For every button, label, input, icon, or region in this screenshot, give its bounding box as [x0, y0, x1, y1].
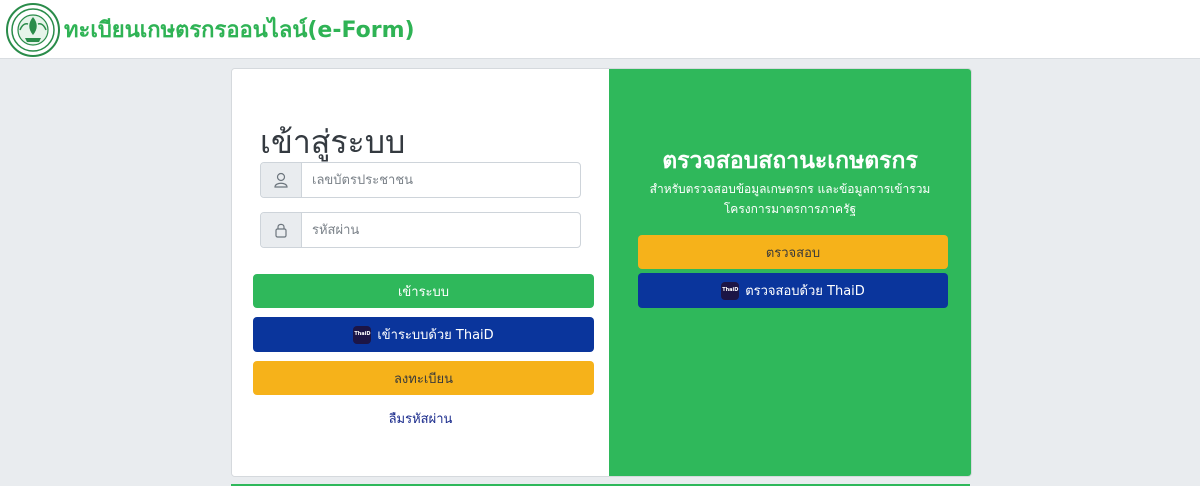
lock-icon	[275, 223, 287, 238]
site-title: ทะเบียนเกษตรกรออนไลน์(e-Form)	[64, 18, 415, 43]
forgot-password-link[interactable]: ลืมรหัสผ่าน	[232, 408, 609, 429]
login-pane: เข้าสู่ระบบ เข้าระบบ ThaiD เข้าระ	[232, 69, 609, 476]
check-status-button[interactable]: ตรวจสอบ	[638, 235, 948, 269]
id-addon	[261, 163, 302, 197]
login-title: เข้าสู่ระบบ	[260, 123, 406, 161]
login-card: เข้าสู่ระบบ เข้าระบบ ThaiD เข้าระ	[231, 68, 972, 477]
status-check-description: สำหรับตรวจสอบข้อมูลเกษตรกร และข้อมูลการเ…	[649, 182, 931, 216]
login-button[interactable]: เข้าระบบ	[253, 274, 594, 308]
ministry-seal-icon[interactable]	[6, 3, 60, 57]
status-check-title: ตรวจสอบสถานะเกษตรกร	[662, 148, 918, 174]
thaid-logo-icon: ThaiD	[721, 281, 740, 300]
thaid-check-label: ตรวจสอบด้วย ThaiD	[745, 284, 865, 299]
thaid-login-label: เข้าระบบด้วย ThaiD	[377, 328, 494, 343]
password-addon	[261, 213, 302, 247]
register-button[interactable]: ลงทะเบียน	[253, 361, 594, 395]
password-input[interactable]	[302, 213, 580, 247]
id-card-input[interactable]	[302, 163, 580, 197]
thaid-logo-icon: ThaiD	[353, 325, 372, 344]
thaid-login-button[interactable]: ThaiD เข้าระบบด้วย ThaiD	[253, 317, 594, 352]
thaid-check-button[interactable]: ThaiD ตรวจสอบด้วย ThaiD	[638, 273, 948, 308]
id-card-input-group	[260, 162, 581, 198]
status-check-pane: ตรวจสอบสถานะเกษตรกร สำหรับตรวจสอบข้อมูลเ…	[609, 69, 971, 476]
password-input-group	[260, 212, 581, 248]
top-header: ทะเบียนเกษตรกรออนไลน์(e-Form)	[0, 0, 1200, 59]
user-icon	[274, 172, 288, 188]
